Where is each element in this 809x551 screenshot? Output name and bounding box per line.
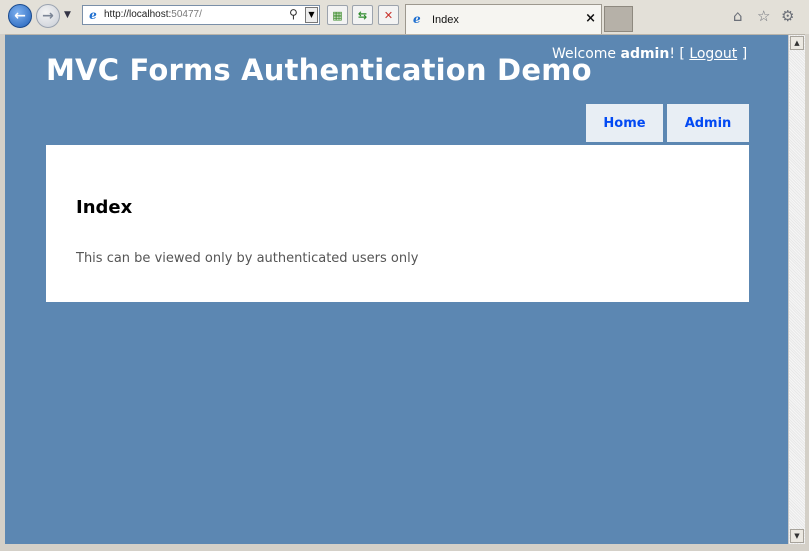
tab-close-button[interactable]: × — [585, 11, 596, 26]
tab-index[interactable]: e Index × — [405, 4, 602, 34]
back-arrow-icon: ← — [14, 8, 26, 24]
browser-toolbar: ← → ▼ e http://localhost:50477/ ⚲ ▼ ▦ ⇆ … — [0, 0, 809, 35]
menu-item-admin[interactable]: Admin — [667, 104, 749, 142]
compatibility-view-button[interactable]: ▦ — [327, 5, 348, 25]
vertical-scrollbar[interactable]: ▲ ▼ — [788, 35, 805, 544]
address-dropdown-button[interactable]: ▼ — [305, 7, 318, 23]
tab-title: Index — [432, 14, 459, 26]
back-button[interactable]: ← — [8, 4, 32, 28]
scroll-down-button[interactable]: ▼ — [790, 529, 804, 543]
site-title: MVC Forms Authentication Demo — [46, 53, 592, 87]
page-title: Index — [76, 197, 133, 218]
address-url[interactable]: http://localhost:50477/ — [104, 9, 202, 20]
address-bar[interactable]: e http://localhost:50477/ ⚲ ▼ — [82, 5, 320, 25]
forward-arrow-icon: → — [42, 8, 54, 24]
refresh-icon: ⇆ — [357, 8, 368, 22]
forward-button[interactable]: → — [36, 4, 60, 28]
search-icon[interactable]: ⚲ — [289, 7, 298, 21]
compatibility-icon: ▦ — [332, 8, 343, 22]
new-tab-button[interactable] — [604, 6, 633, 32]
ie-page-icon: e — [89, 8, 97, 22]
refresh-button[interactable]: ⇆ — [352, 5, 373, 25]
star-icon[interactable]: ☆ — [757, 7, 770, 25]
window-frame-right — [805, 34, 809, 544]
history-dropdown-icon[interactable]: ▼ — [64, 10, 71, 20]
login-close-bracket: ] — [737, 46, 748, 62]
scroll-up-button[interactable]: ▲ — [790, 36, 804, 50]
welcome-text: Welcome — [552, 46, 621, 62]
main-content: Index This can be viewed only by authent… — [46, 145, 749, 302]
login-separator: ! [ — [669, 46, 690, 62]
logout-link[interactable]: Logout — [689, 46, 737, 62]
page-body-text: This can be viewed only by authenticated… — [76, 251, 419, 266]
stop-icon: ✕ — [383, 8, 394, 22]
home-icon[interactable]: ⌂ — [733, 7, 743, 25]
tab-ie-icon: e — [413, 12, 421, 26]
stop-button[interactable]: ✕ — [378, 5, 399, 25]
username: admin — [620, 46, 670, 62]
login-display: Welcome admin! [ Logout ] — [552, 46, 747, 62]
page-viewport: MVC Forms Authentication Demo Welcome ad… — [5, 35, 788, 544]
menu-item-home[interactable]: Home — [586, 104, 663, 142]
window-frame-bottom — [0, 544, 809, 551]
gear-icon[interactable]: ⚙ — [781, 7, 794, 25]
